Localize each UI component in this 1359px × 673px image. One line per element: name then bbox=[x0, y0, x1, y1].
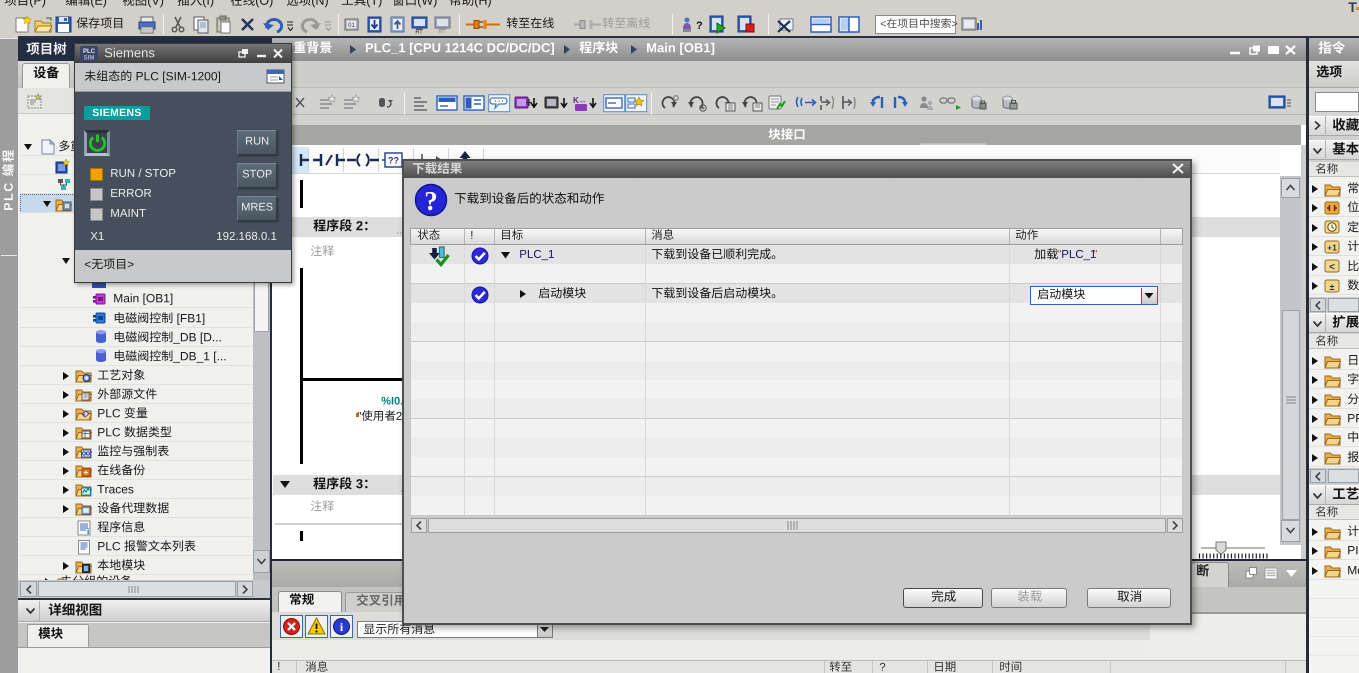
svg-text:01: 01 bbox=[348, 23, 355, 29]
svg-text:±: ± bbox=[1330, 282, 1335, 292]
svg-text:RT: RT bbox=[438, 30, 446, 35]
svg-text:+1: +1 bbox=[1327, 242, 1337, 252]
svg-text:?: ? bbox=[696, 20, 703, 32]
svg-text:K↔: K↔ bbox=[573, 96, 587, 105]
svg-text:<: < bbox=[1329, 262, 1335, 273]
svg-text:PLC: PLC bbox=[83, 49, 96, 55]
svg-text:??: ?? bbox=[388, 156, 399, 166]
svg-text:RT: RT bbox=[415, 30, 423, 35]
svg-text:SIM: SIM bbox=[84, 56, 95, 62]
svg-text:?: ? bbox=[424, 186, 438, 216]
